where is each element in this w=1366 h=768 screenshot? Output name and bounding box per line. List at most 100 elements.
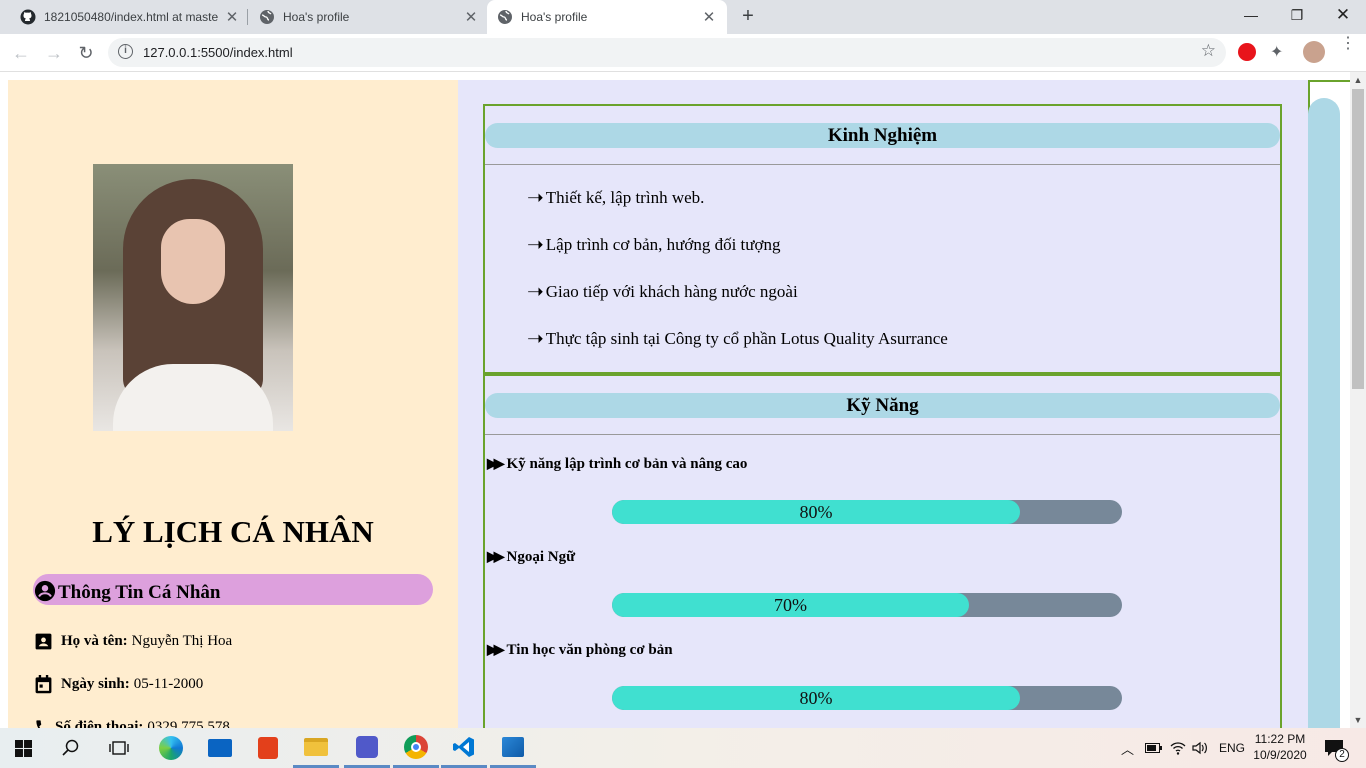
windows-start-icon[interactable] <box>0 728 46 768</box>
info-row-name: Họ và tên: Nguyễn Thị Hoa <box>34 632 232 651</box>
page-scrollbar[interactable]: ▲ ▼ <box>1350 72 1366 728</box>
skill-name: Tin học văn phòng cơ bản <box>506 642 673 658</box>
arrow-right-icon: ➝ <box>527 234 544 256</box>
battery-icon[interactable] <box>1145 728 1162 768</box>
office-icon[interactable] <box>245 728 291 768</box>
experience-item: ➝ Thực tập sinh tại Công ty cổ phần Lotu… <box>527 329 948 349</box>
skill-progress-bar: 70% <box>612 593 1122 617</box>
info-heading-label: Thông Tin Cá Nhân <box>58 581 221 603</box>
skill-label: ▶▶ Kỹ năng lập trình cơ bản và nâng cao <box>487 456 747 473</box>
page-viewport: LÝ LỊCH CÁ NHÂN Thông Tin Cá Nhân Họ và … <box>0 72 1350 728</box>
menu-kebab-icon[interactable]: ⋮ <box>1340 36 1356 52</box>
mail-icon[interactable] <box>197 728 243 768</box>
notifications-icon[interactable]: 2 <box>1324 728 1349 768</box>
left-panel: LÝ LỊCH CÁ NHÂN Thông Tin Cá Nhân Họ và … <box>8 80 458 728</box>
skill-progress-bar: 80% <box>612 686 1122 710</box>
tab-divider <box>247 9 248 25</box>
info-row-birthday: Ngày sinh: 05-11-2000 <box>34 674 203 695</box>
skill-name: Ngoại Ngữ <box>506 549 576 565</box>
scrollbar-thumb[interactable] <box>1352 89 1364 389</box>
skill-progress-fill: 80% <box>612 686 1020 710</box>
close-tab-icon[interactable]: ✕ <box>224 8 240 26</box>
close-window-button[interactable]: ✕ <box>1320 0 1366 30</box>
info-label: Ngày sinh: <box>61 676 130 692</box>
close-tab-icon[interactable]: ✕ <box>701 8 717 26</box>
reload-button[interactable]: ↻ <box>74 41 98 65</box>
globe-icon <box>497 9 513 25</box>
bookmark-star-icon[interactable]: ☆ <box>1201 41 1216 61</box>
fast-forward-icon: ▶▶ <box>487 643 504 658</box>
right-panel: Kinh Nghiệm ➝ Thiết kế, lập trình web. ➝… <box>458 80 1310 728</box>
tab-title: Hoa's profile <box>521 10 588 24</box>
profile-avatar[interactable] <box>1303 41 1325 63</box>
skill-name: Kỹ năng lập trình cơ bản và nâng cao <box>506 456 748 472</box>
tab-title: 1821050480/index.html at maste <box>44 10 219 24</box>
url-text[interactable]: 127.0.0.1:5500/index.html <box>143 45 293 60</box>
info-value: Nguyễn Thị Hoa <box>131 633 233 649</box>
clock[interactable]: 11:22 PM 10/9/2020 <box>1250 731 1310 763</box>
tab-strip: 1821050480/index.html at maste ✕ Hoa's p… <box>0 0 1366 34</box>
forward-button[interactable]: → <box>42 41 66 65</box>
wifi-icon[interactable] <box>1170 728 1186 768</box>
experience-item: ➝ Lập trình cơ bản, hướng đối tượng <box>527 235 781 255</box>
divider <box>485 164 1280 165</box>
experience-item-text: Thiết kế, lập trình web. <box>545 188 705 207</box>
browser-toolbar: ← → ↻ i 127.0.0.1:5500/index.html ☆ ✦ ⋮ <box>0 34 1366 72</box>
photos-icon[interactable] <box>490 728 536 768</box>
tab-hoas-profile[interactable]: Hoa's profile ✕ <box>251 0 487 34</box>
skill-progress-bar: 80% <box>612 500 1122 524</box>
search-icon[interactable] <box>48 728 94 768</box>
tab-github[interactable]: 1821050480/index.html at maste ✕ <box>12 0 248 34</box>
fast-forward-icon: ▶▶ <box>487 457 504 472</box>
skills-heading: Kỹ Năng <box>485 393 1280 418</box>
language-indicator[interactable]: ENG <box>1219 728 1245 768</box>
fast-forward-icon: ▶▶ <box>487 550 504 565</box>
calendar-icon <box>34 674 53 695</box>
info-icon[interactable]: i <box>118 44 133 59</box>
tab-hoas-profile-active[interactable]: Hoa's profile ✕ <box>487 0 727 34</box>
close-tab-icon[interactable]: ✕ <box>463 8 479 26</box>
arrow-right-icon: ➝ <box>527 187 544 209</box>
experience-section: Kinh Nghiệm ➝ Thiết kế, lập trình web. ➝… <box>483 104 1282 374</box>
info-value: 0329 775 578 <box>147 719 230 728</box>
taskbar: ︿ ENG 11:22 PM 10/9/2020 2 <box>0 728 1366 768</box>
clock-date: 10/9/2020 <box>1253 748 1307 762</box>
minimize-button[interactable]: — <box>1228 0 1274 30</box>
page-title: LÝ LỊCH CÁ NHÂN <box>92 514 374 549</box>
experience-item-text: Thực tập sinh tại Công ty cổ phần Lotus … <box>545 329 948 348</box>
address-bar[interactable]: i 127.0.0.1:5500/index.html ☆ <box>108 38 1226 67</box>
arrow-right-icon: ➝ <box>527 281 544 303</box>
experience-heading: Kinh Nghiệm <box>485 123 1280 148</box>
info-label: Họ và tên: <box>61 633 128 649</box>
task-view-icon[interactable] <box>96 728 142 768</box>
skills-section: Kỹ Năng ▶▶ Kỹ năng lập trình cơ bản và n… <box>483 374 1282 728</box>
chrome-icon[interactable] <box>393 728 439 768</box>
extension-adblock-icon[interactable] <box>1238 43 1256 61</box>
skill-label: ▶▶ Tin học văn phòng cơ bản <box>487 642 673 659</box>
skill-progress-fill: 80% <box>612 500 1020 524</box>
divider <box>485 434 1280 435</box>
scroll-up-arrow[interactable]: ▲ <box>1350 72 1366 88</box>
volume-icon[interactable] <box>1192 728 1208 768</box>
tab-title: Hoa's profile <box>283 10 350 24</box>
show-hidden-icons-chevron[interactable]: ︿ <box>1121 728 1134 768</box>
skill-progress-fill: 70% <box>612 593 969 617</box>
user-circle-icon <box>34 580 56 602</box>
clock-time: 11:22 PM <box>1254 732 1306 746</box>
info-value: 05-11-2000 <box>133 676 204 692</box>
back-button[interactable]: ← <box>9 41 33 65</box>
restore-button[interactable]: ❐ <box>1274 0 1320 30</box>
phone-icon <box>34 718 53 728</box>
edge-icon[interactable] <box>148 728 194 768</box>
scroll-down-arrow[interactable]: ▼ <box>1350 712 1366 728</box>
new-tab-button[interactable]: + <box>737 5 759 27</box>
id-card-icon <box>34 632 53 651</box>
experience-item: ➝ Thiết kế, lập trình web. <box>527 188 704 208</box>
teams-icon[interactable] <box>344 728 390 768</box>
skill-label: ▶▶ Ngoại Ngữ <box>487 549 575 566</box>
globe-icon <box>259 9 275 25</box>
extensions-puzzle-icon[interactable]: ✦ <box>1270 42 1283 62</box>
vscode-icon[interactable] <box>441 728 487 768</box>
info-label: Số điện thoại: <box>55 719 144 728</box>
file-explorer-icon[interactable] <box>293 728 339 768</box>
